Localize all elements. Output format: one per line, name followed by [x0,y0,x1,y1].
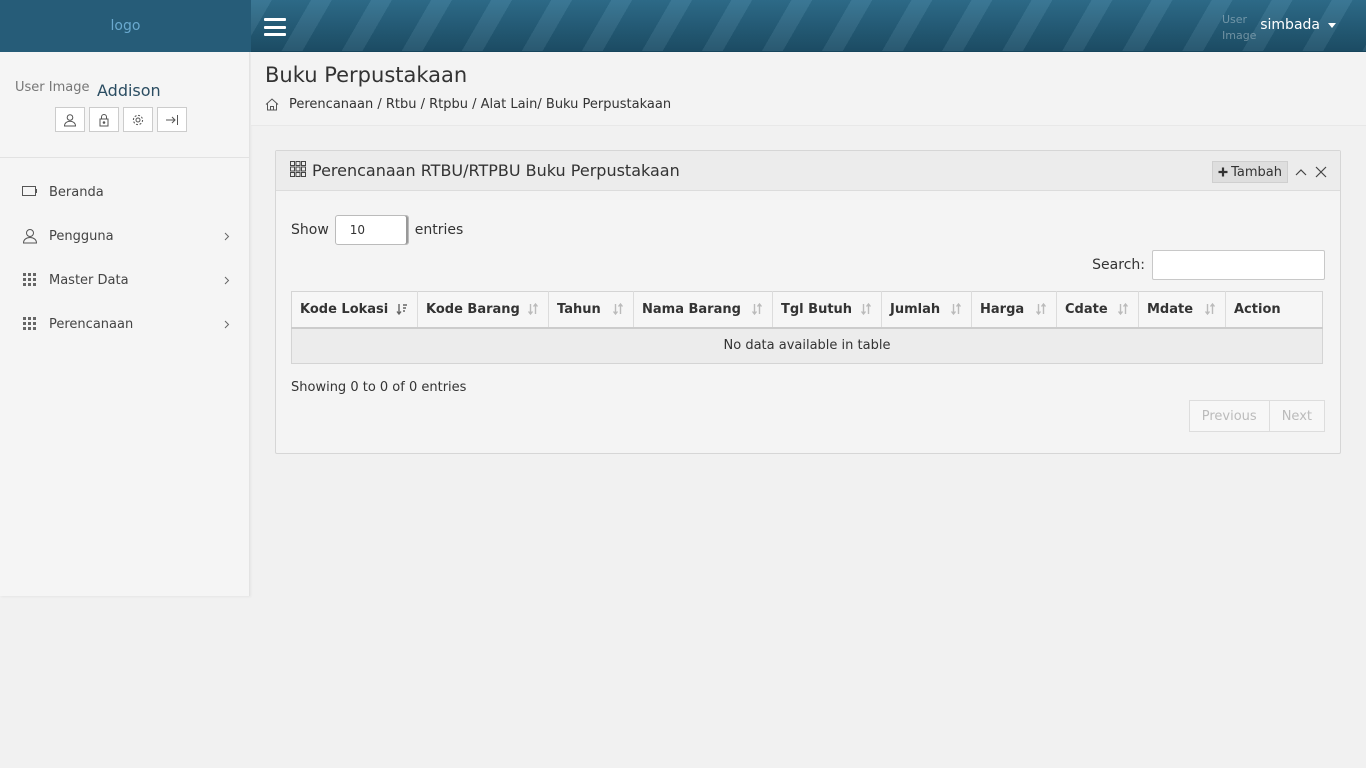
entries-label: entries [414,222,464,238]
column-header-tahun[interactable]: Tahun [548,291,634,329]
page-length-value: 10 [349,223,366,237]
topbar-user-image: User Image [1222,13,1257,42]
brand-logo[interactable]: logo [0,0,251,52]
column-header-tgl-butuh[interactable]: Tgl Butuh [772,291,882,329]
sidebar-item-perencanaan[interactable]: Perencanaan [0,302,249,346]
user-name: Addison [97,81,161,100]
home-icon[interactable] [265,98,279,111]
grid-icon [290,160,306,181]
sidebar-item-beranda[interactable]: Beranda [0,170,249,214]
logout-button[interactable] [157,107,187,132]
column-header-cdate[interactable]: Cdate [1056,291,1139,329]
breadcrumb-path[interactable]: Perencanaan / Rtbu / Rtpbu / Alat Lain/ … [289,97,671,112]
column-header-mdate[interactable]: Mdate [1138,291,1226,329]
chevron-right-icon [224,230,230,245]
gear-icon [132,114,144,125]
top-navbar: logo User Image simbada [0,0,1366,52]
close-icon[interactable] [1314,165,1328,179]
data-table: Kode Lokasi Kode Barang Tahun Nama Baran… [291,291,1323,364]
sidebar-toggle-icon[interactable] [264,18,286,36]
search-label: Search: [1092,257,1145,273]
column-header-nama-barang[interactable]: Nama Barang [633,291,773,329]
data-panel: Perencanaan RTBU/RTPBU Buku Perpustakaan… [275,150,1341,454]
profile-button[interactable] [55,107,85,132]
pagination: Previous Next [1188,400,1325,432]
page-title: Buku Perpustakaan [265,63,468,87]
empty-table-message: No data available in table [291,327,1323,364]
breadcrumb: Perencanaan / Rtbu / Rtpbu / Alat Lain/ … [265,97,671,112]
user-avatar: User Image [15,80,90,95]
chevron-right-icon [224,274,230,289]
sidebar-item-pengguna[interactable]: Pengguna [0,214,249,258]
table-header-row: Kode Lokasi Kode Barang Tahun Nama Baran… [291,291,1323,329]
lock-button[interactable] [89,107,119,132]
show-label: Show [291,222,329,238]
panel-title: Perencanaan RTBU/RTPBU Buku Perpustakaan [312,161,680,180]
collapse-icon[interactable] [1294,165,1308,179]
sort-icon [527,302,539,319]
sidebar-item-label: Perencanaan [49,316,134,332]
chevron-right-icon [224,318,230,333]
column-header-kode-barang[interactable]: Kode Barang [417,291,549,329]
table-row: No data available in table [291,327,1323,364]
previous-button[interactable]: Previous [1188,400,1270,432]
lock-icon [99,113,109,126]
sort-icon [950,302,962,319]
plus-icon [1218,167,1228,177]
topbar-background [251,0,1366,52]
user-icon [63,113,77,126]
logo-text: logo [110,18,141,34]
sort-icon [751,302,763,319]
monitor-icon [22,184,38,200]
sort-icon [860,302,872,319]
add-button-label: Tambah [1231,164,1282,180]
column-header-kode-lokasi[interactable]: Kode Lokasi [291,291,418,329]
user-menu-dropdown[interactable]: simbada [1260,17,1336,33]
table-info: Showing 0 to 0 of 0 entries [291,380,467,395]
sidebar-item-master-data[interactable]: Master Data [0,258,249,302]
sidebar-menu: Beranda Pengguna Master Data Perencanaan [0,158,249,346]
sidebar-item-label: Master Data [49,272,129,288]
page-length-select[interactable]: 10 [334,215,409,245]
sort-icon [1204,302,1216,319]
panel-tools: Tambah [1212,161,1328,183]
settings-button[interactable] [123,107,153,132]
panel-header: Perencanaan RTBU/RTPBU Buku Perpustakaan… [276,151,1340,191]
search-control: Search: [1092,250,1325,280]
sidebar: User Image Addison Beranda Pengguna Mast… [0,52,250,596]
sort-icon [1117,302,1129,319]
column-header-jumlah[interactable]: Jumlah [881,291,972,329]
sort-icon [612,302,624,319]
column-header-harga[interactable]: Harga [971,291,1057,329]
next-button[interactable]: Next [1269,400,1325,432]
grid-icon [22,316,38,332]
user-icon [22,228,38,244]
column-header-action: Action [1225,291,1323,329]
sidebar-profile: User Image Addison [0,52,249,158]
grid-icon [22,272,38,288]
sort-icon [1035,302,1047,319]
caret-down-icon [1328,22,1336,28]
logout-icon [166,114,178,125]
sidebar-item-label: Beranda [49,184,104,200]
sidebar-item-label: Pengguna [49,228,114,244]
profile-actions [55,107,187,132]
page-length-control: Show 10 entries [291,215,463,245]
page-header: Buku Perpustakaan Perencanaan / Rtbu / R… [251,52,1366,126]
username-label: simbada [1260,17,1320,33]
add-button[interactable]: Tambah [1212,161,1288,183]
search-input[interactable] [1152,250,1325,280]
sort-asc-icon [396,303,408,319]
